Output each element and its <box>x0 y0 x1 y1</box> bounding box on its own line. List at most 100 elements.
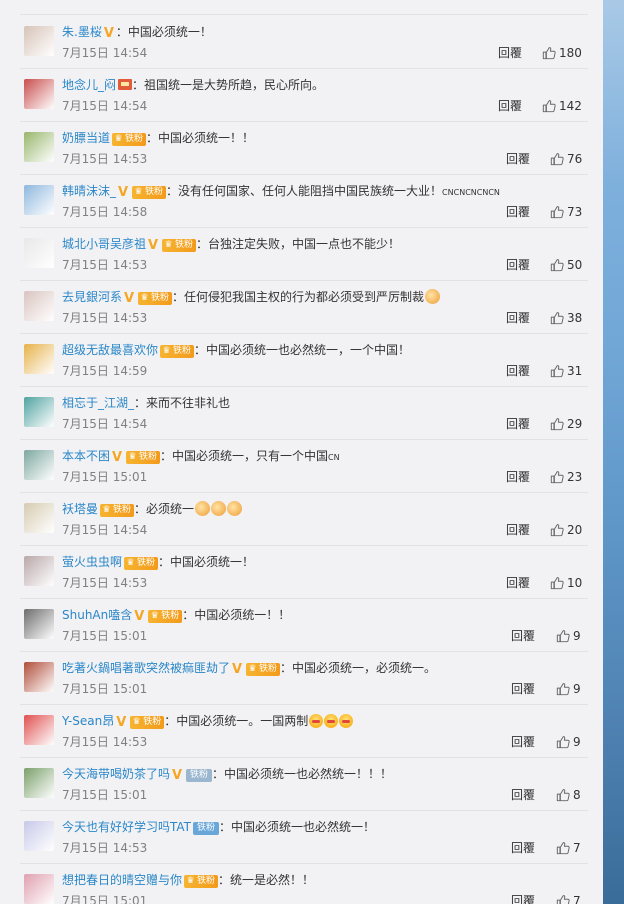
like-button[interactable]: 8 <box>556 786 581 804</box>
avatar[interactable] <box>24 821 54 851</box>
avatar[interactable] <box>24 556 54 586</box>
thumbs-up-icon <box>542 47 556 60</box>
comment-text-line: 地念儿_闷 ：祖国统一是大势所趋，民心所向。 <box>62 76 588 94</box>
avatar[interactable] <box>24 291 54 321</box>
reply-button[interactable]: 回覆 <box>506 204 530 220</box>
username-link[interactable]: 奶膘当道 <box>62 131 110 145</box>
like-button[interactable]: 38 <box>550 309 582 327</box>
like-button[interactable]: 29 <box>550 415 582 433</box>
fan-badge-label: 铁粉 <box>175 240 194 250</box>
username-link[interactable]: 本本不困 <box>62 449 110 463</box>
reply-button[interactable]: 回覆 <box>506 363 530 379</box>
reply-button[interactable]: 回覆 <box>506 575 530 591</box>
like-button[interactable]: 7 <box>556 892 581 904</box>
avatar[interactable] <box>24 26 54 56</box>
like-button[interactable]: 9 <box>556 627 581 645</box>
avatar[interactable] <box>24 344 54 374</box>
crown-icon: ♛ <box>150 611 159 621</box>
like-button[interactable]: 10 <box>550 574 582 592</box>
comment-text: ：中国必须统一也必然统一！！！ <box>212 767 393 781</box>
comment-text-line: 相忘于_江湖_：来而不往非礼也 <box>62 394 588 412</box>
avatar[interactable] <box>24 715 54 745</box>
reply-button[interactable]: 回覆 <box>511 893 535 904</box>
reply-button[interactable]: 回覆 <box>511 734 535 750</box>
username-link[interactable]: 朱.墨桜 <box>62 25 102 39</box>
like-count: 9 <box>573 682 581 696</box>
comment-suffix-text: CNCNCNCNCN <box>442 188 500 197</box>
avatar[interactable] <box>24 609 54 639</box>
avatar[interactable] <box>24 397 54 427</box>
comment-timestamp: 7月15日 15:01 <box>62 470 148 484</box>
avatar[interactable] <box>24 874 54 904</box>
username-link[interactable]: 萤火虫虫啊 <box>62 555 122 569</box>
avatar[interactable] <box>24 662 54 692</box>
reply-button[interactable]: 回覆 <box>498 45 522 61</box>
avatar[interactable] <box>24 503 54 533</box>
like-button[interactable]: 142 <box>542 97 582 115</box>
comment-item: 萤火虫虫啊 ♛ 铁粉 ：中国必须统一！ 7月15日 14:53 回覆 10 <box>20 545 588 599</box>
like-button[interactable]: 7 <box>556 839 581 857</box>
verified-v-icon: V <box>124 291 135 306</box>
like-button[interactable]: 180 <box>542 44 582 62</box>
fan-badge-label: 铁粉 <box>143 717 162 727</box>
username-link[interactable]: 想把春日的晴空赠与你 <box>62 873 182 887</box>
fan-badge: ♛ 铁粉 <box>124 557 159 570</box>
fist-emoji-icon <box>211 501 227 516</box>
reply-button[interactable]: 回覆 <box>511 840 535 856</box>
username-link[interactable]: 相忘于_江湖_ <box>62 396 134 410</box>
like-count: 7 <box>573 841 581 855</box>
reply-button[interactable]: 回覆 <box>511 628 535 644</box>
fan-badge: ♛ 铁粉 <box>162 239 197 252</box>
username-link[interactable]: 城北小哥吴彦祖 <box>62 237 146 251</box>
comment-item: 今天海带喝奶茶了吗 V 铁粉 ：中国必须统一也必然统一！！！ 7月15日 15:01 回覆… <box>20 757 588 811</box>
comment-item: 城北小哥吴彦祖 V ♛ 铁粉 ：台独注定失败，中国一点也不能少！ 7月15日 14:53 回… <box>20 227 588 281</box>
thumbs-up-icon <box>550 365 564 378</box>
fist-emoji-icon <box>195 501 211 516</box>
username-link[interactable]: 韩晴沫沫_ <box>62 184 116 198</box>
like-button[interactable]: 31 <box>550 362 582 380</box>
reply-button[interactable]: 回覆 <box>506 257 530 273</box>
avatar[interactable] <box>24 185 54 215</box>
username-link[interactable]: Y-Sean昂 <box>62 714 114 728</box>
username-link[interactable]: 地念儿_闷 <box>62 78 116 92</box>
reply-button[interactable]: 回覆 <box>506 310 530 326</box>
comment-item: 去見銀河系 V ♛ 铁粉 ：任何侵犯我国主权的行为都必须受到严厉制裁 7月15日 14:5… <box>20 280 588 334</box>
verified-v-icon: V <box>134 609 145 624</box>
crown-icon: ♛ <box>114 134 123 144</box>
like-button[interactable]: 73 <box>550 203 582 221</box>
like-button[interactable]: 76 <box>550 150 582 168</box>
username-link[interactable]: 去見銀河系 <box>62 290 122 304</box>
like-button[interactable]: 9 <box>556 733 581 751</box>
username-link[interactable]: 今天也有好好学习吗TAT <box>62 820 191 834</box>
username-link[interactable]: 袄塔曼 <box>62 502 98 516</box>
reply-button[interactable]: 回覆 <box>506 151 530 167</box>
thumbs-up-icon <box>550 153 564 166</box>
reply-button[interactable]: 回覆 <box>498 98 522 114</box>
like-button[interactable]: 20 <box>550 521 582 539</box>
reply-button[interactable]: 回覆 <box>506 522 530 538</box>
comment-text-line: 奶膘当道 ♛ 铁粉 ：中国必须统一！！ <box>62 129 588 147</box>
thumbs-up-icon <box>550 577 564 590</box>
like-button[interactable]: 9 <box>556 680 581 698</box>
verified-v-icon: V <box>148 238 159 253</box>
reply-button[interactable]: 回覆 <box>511 787 535 803</box>
avatar[interactable] <box>24 450 54 480</box>
like-button[interactable]: 50 <box>550 256 582 274</box>
username-link[interactable]: 吃著火鍋唱著歌突然被痲匪劫了 <box>62 661 230 675</box>
like-count: 50 <box>567 258 583 272</box>
verified-v-icon: V <box>112 450 123 465</box>
avatar[interactable] <box>24 768 54 798</box>
like-button[interactable]: 23 <box>550 468 582 486</box>
username-link[interactable]: 今天海带喝奶茶了吗 <box>62 767 170 781</box>
username-link[interactable]: 超级无敌最喜欢你 <box>62 343 158 357</box>
comment-item: 韩晴沫沫_ V ♛ 铁粉 ：没有任何国家、任何人能阻挡中国民族统一大业！CNCNCNCN… <box>20 174 588 228</box>
username-link[interactable]: ShuhAn嗑含 <box>62 608 132 622</box>
avatar[interactable] <box>24 79 54 109</box>
comment-text-line: 袄塔曼 ♛ 铁粉 ：必须统一 <box>62 500 588 518</box>
like-count: 8 <box>573 788 581 802</box>
reply-button[interactable]: 回覆 <box>511 681 535 697</box>
avatar[interactable] <box>24 238 54 268</box>
avatar[interactable] <box>24 132 54 162</box>
reply-button[interactable]: 回覆 <box>506 416 530 432</box>
reply-button[interactable]: 回覆 <box>506 469 530 485</box>
